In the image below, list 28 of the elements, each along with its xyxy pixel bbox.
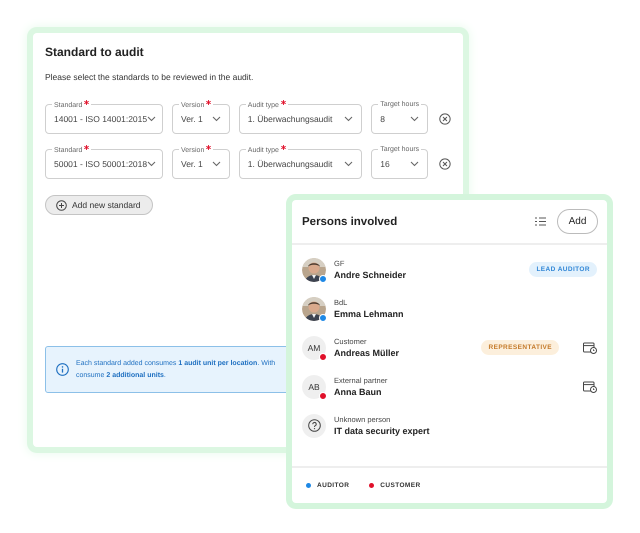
chevron-down-icon: [344, 116, 354, 122]
chevron-down-icon: [147, 161, 156, 167]
remove-icon[interactable]: [439, 158, 451, 170]
add-standard-button[interactable]: Add new standard: [45, 195, 153, 215]
card-title: Standard to audit: [45, 45, 145, 59]
chevron-down-icon: [147, 116, 156, 122]
chevron-down-icon: [212, 116, 221, 122]
question-icon: [308, 419, 320, 432]
calendar-clock-icon[interactable]: [583, 342, 597, 354]
chevron-down-icon: [344, 161, 354, 167]
remove-icon[interactable]: [439, 113, 451, 125]
add-button[interactable]: Add: [557, 209, 598, 234]
plus-circle-icon: [56, 200, 67, 210]
person-name: Andre Schneider: [334, 270, 408, 280]
person-name: Emma Lehmann: [334, 309, 405, 319]
list-filter-icon[interactable]: [535, 217, 546, 226]
chevron-down-icon: [212, 161, 221, 167]
person-name: IT data security expert: [334, 426, 431, 436]
calendar-clock-icon[interactable]: [583, 380, 597, 392]
avatar-initials: AB: [302, 374, 326, 398]
chevron-down-icon: [410, 161, 420, 167]
description-text: Please select the standards to be reviewed in the audit.: [45, 72, 254, 82]
person-name: Andreas Müller: [334, 348, 400, 358]
avatar-initials: AM: [302, 336, 326, 360]
chevron-down-icon: [410, 116, 420, 122]
card-title: Persons involved: [302, 216, 398, 228]
info-icon: [56, 363, 69, 376]
person-name: Anna Baun: [334, 387, 383, 397]
